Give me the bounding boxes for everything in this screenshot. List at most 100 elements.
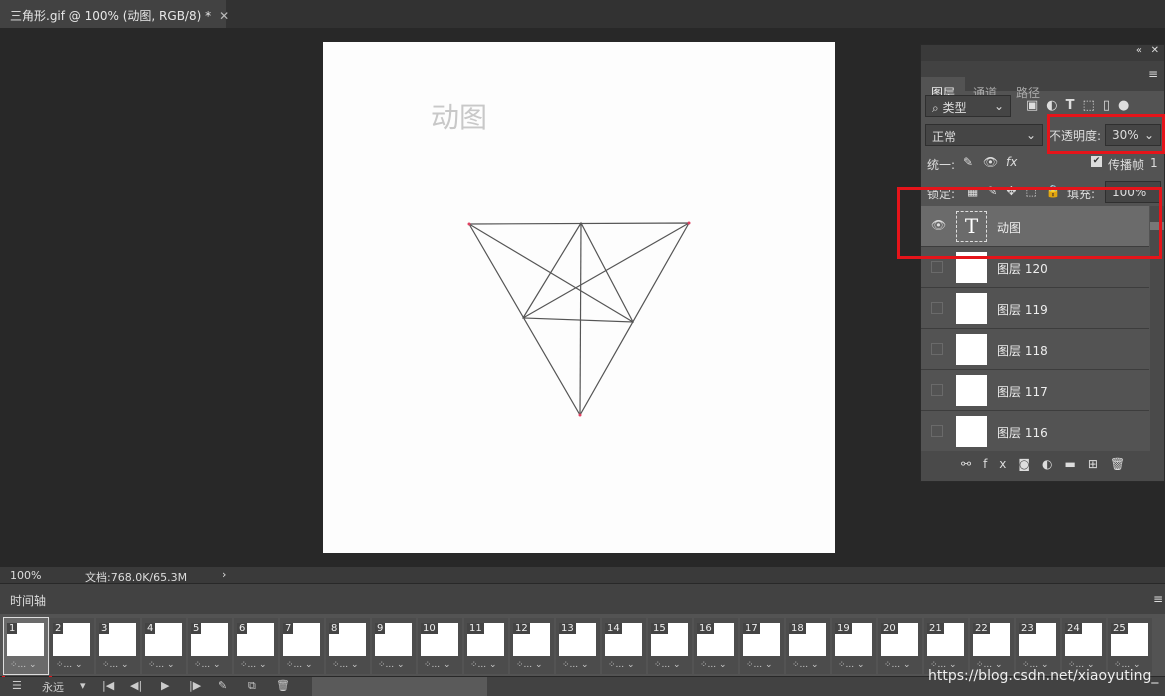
trash-icon[interactable]: 🗑	[276, 679, 290, 692]
frame-21[interactable]: 21 ⁘... ⌄	[924, 618, 968, 674]
frame-16[interactable]: 16 ⁘... ⌄	[694, 618, 738, 674]
panel-menu-icon[interactable]: ≡	[1153, 592, 1163, 606]
tween-icon[interactable]: ✎	[218, 679, 227, 692]
frame-delay[interactable]: ⁘... ⌄	[884, 660, 911, 670]
prev-frame-icon[interactable]: ◀|	[130, 679, 142, 692]
unify-visibility-icon[interactable]: 👁	[983, 155, 998, 169]
timeline-frames: 1 ⁘... ⌄ 2 ⁘... ⌄ 3 ⁘... ⌄ 4 ⁘... ⌄ 5 ⁘... ⌄ 6 ⁘...…	[0, 614, 1165, 676]
frame-25[interactable]: 25 ⁘... ⌄	[1108, 618, 1152, 674]
frame-delay[interactable]: ⁘... ⌄	[792, 660, 819, 670]
frame-delay[interactable]: ⁘... ⌄	[102, 660, 129, 670]
frame-delay[interactable]: ⁘... ⌄	[56, 660, 83, 670]
frame-22[interactable]: 22 ⁘... ⌄	[970, 618, 1014, 674]
propagate-label: 传播帧	[1108, 158, 1145, 172]
frame-delay[interactable]: ⁘... ⌄	[470, 660, 497, 670]
frame-delay[interactable]: ⁘... ⌄	[746, 660, 773, 670]
frame-delay[interactable]: ⁘... ⌄	[194, 660, 221, 670]
frame-20[interactable]: 20 ⁘... ⌄	[878, 618, 922, 674]
collapse-icon[interactable]: «	[1136, 45, 1142, 56]
frame-7[interactable]: 7 ⁘... ⌄	[280, 618, 324, 674]
frame-18[interactable]: 18 ⁘... ⌄	[786, 618, 830, 674]
blend-mode-select[interactable]: 正常 ⌄	[925, 124, 1043, 146]
document-tab[interactable]: 三角形.gif @ 100% (动图, RGB/8) * ✕	[0, 0, 229, 28]
new-layer-icon[interactable]: ⊞	[1088, 457, 1110, 471]
frame-11[interactable]: 11 ⁘... ⌄	[464, 618, 508, 674]
frame-delay[interactable]: ⁘... ⌄	[240, 660, 267, 670]
next-frame-icon[interactable]: |▶	[189, 679, 201, 692]
frame-14[interactable]: 14 ⁘... ⌄	[602, 618, 646, 674]
timeline-title[interactable]: 时间轴	[10, 592, 46, 609]
frame-delay[interactable]: ⁘... ⌄	[332, 660, 359, 670]
frame-6[interactable]: 6 ⁘... ⌄	[234, 618, 278, 674]
panel-menu-icon[interactable]: ≡	[1148, 67, 1158, 81]
frame-5[interactable]: 5 ⁘... ⌄	[188, 618, 232, 674]
duplicate-frame-icon[interactable]: ⧉	[248, 679, 256, 693]
frame-delay[interactable]: ⁘... ⌄	[424, 660, 451, 670]
filter-toggle-icon[interactable]: ●	[1118, 98, 1129, 113]
frame-17[interactable]: 17 ⁘... ⌄	[740, 618, 784, 674]
adjustment-icon[interactable]: ◐	[1042, 457, 1064, 471]
filter-kind-select[interactable]: ⌕ 类型 ⌄	[925, 95, 1011, 117]
visibility-toggle[interactable]	[931, 425, 943, 437]
frame-4[interactable]: 4 ⁘... ⌄	[142, 618, 186, 674]
frame-13[interactable]: 13 ⁘... ⌄	[556, 618, 600, 674]
loop-select[interactable]: 永远	[42, 679, 64, 695]
visibility-toggle[interactable]	[931, 261, 943, 273]
frame-12[interactable]: 12 ⁘... ⌄	[510, 618, 554, 674]
image-filter-icon[interactable]: ▣	[1026, 98, 1038, 113]
timeline-scrollbar[interactable]	[312, 677, 487, 696]
frame-delay[interactable]: ⁘... ⌄	[608, 660, 635, 670]
frame-8[interactable]: 8 ⁘... ⌄	[326, 618, 370, 674]
unify-style-icon[interactable]: fx	[1006, 155, 1017, 169]
loop-dropdown-icon[interactable]: ▾	[80, 679, 86, 692]
adjustment-filter-icon[interactable]: ◐	[1046, 98, 1057, 113]
frame-delay[interactable]: ⁘... ⌄	[516, 660, 543, 670]
zoom-level[interactable]: 100%	[10, 569, 41, 582]
first-frame-icon[interactable]: |◀	[102, 679, 114, 692]
layer-row[interactable]: 图层 116	[921, 411, 1149, 451]
convert-timeline-icon[interactable]: ☰	[12, 679, 22, 692]
frame-23[interactable]: 23 ⁘... ⌄	[1016, 618, 1060, 674]
frame-delay[interactable]: ⁘... ⌄	[286, 660, 313, 670]
frame-3[interactable]: 3 ⁘... ⌄	[96, 618, 140, 674]
frame-delay[interactable]: ⁘... ⌄	[654, 660, 681, 670]
frame-delay[interactable]: ⁘... ⌄	[148, 660, 175, 670]
visibility-toggle[interactable]	[931, 384, 943, 396]
propagate-checkbox[interactable]: ✔	[1091, 156, 1102, 167]
layer-row[interactable]: 图层 117	[921, 370, 1149, 411]
frame-delay[interactable]: ⁘... ⌄	[562, 660, 589, 670]
frame-2[interactable]: 2 ⁘... ⌄	[50, 618, 94, 674]
layer-row[interactable]: 图层 118	[921, 329, 1149, 370]
frame-15[interactable]: 15 ⁘... ⌄	[648, 618, 692, 674]
frame-24[interactable]: 24 ⁘... ⌄	[1062, 618, 1106, 674]
frame-10[interactable]: 10 ⁘... ⌄	[418, 618, 462, 674]
timeline-controls: ☰ 永远 ▾ |◀ ◀| ▶ |▶ ✎ ⧉ 🗑 https://blog.csd…	[0, 668, 1165, 696]
group-icon[interactable]: ▬	[1065, 457, 1088, 471]
frame-9[interactable]: 9 ⁘... ⌄	[372, 618, 416, 674]
close-icon[interactable]: ✕	[1151, 45, 1159, 56]
visibility-toggle[interactable]	[931, 343, 943, 355]
link-icon[interactable]: ⚯	[961, 457, 983, 471]
visibility-toggle[interactable]	[931, 302, 943, 314]
play-icon[interactable]: ▶	[161, 679, 169, 692]
frame-delay[interactable]: ⁘... ⌄	[10, 660, 37, 670]
canvas[interactable]: 动图	[323, 42, 835, 553]
mask-icon[interactable]: ◙	[1018, 457, 1042, 471]
frame-number: 17	[743, 623, 760, 634]
frame-19[interactable]: 19 ⁘... ⌄	[832, 618, 876, 674]
close-icon[interactable]: ✕	[219, 9, 229, 23]
frame-1[interactable]: 1 ⁘... ⌄	[3, 617, 49, 675]
shape-filter-icon[interactable]: ⬚	[1083, 98, 1095, 113]
frame-delay[interactable]: ⁘... ⌄	[838, 660, 865, 670]
layer-row[interactable]: 图层 119	[921, 288, 1149, 329]
trash-icon[interactable]: 🗑	[1110, 457, 1137, 471]
type-filter-icon[interactable]: T	[1066, 98, 1075, 113]
chevron-right-icon[interactable]: ›	[222, 568, 226, 581]
fx-icon[interactable]: fx	[983, 457, 1018, 471]
smart-object-filter-icon[interactable]: ▯	[1103, 98, 1110, 113]
unify-position-icon[interactable]: ✎	[963, 155, 973, 169]
frame-number: 24	[1065, 623, 1082, 634]
frame-delay[interactable]: ⁘... ⌄	[378, 660, 405, 670]
layer-thumbnail	[956, 293, 987, 324]
frame-delay[interactable]: ⁘... ⌄	[700, 660, 727, 670]
